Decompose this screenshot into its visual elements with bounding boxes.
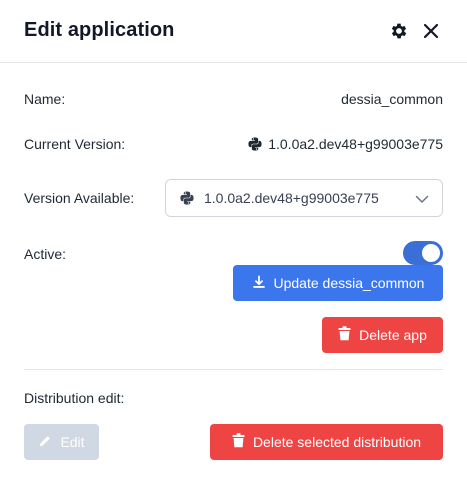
current-version-value: 1.0.0a2.dev48+g99003e775 (248, 136, 443, 152)
trash-icon (232, 433, 245, 451)
python-icon (248, 137, 262, 151)
active-label: Active: (24, 246, 67, 262)
toggle-knob (422, 244, 440, 262)
delete-distribution-button[interactable]: Delete selected distribution (210, 424, 443, 460)
name-label: Name: (24, 91, 66, 107)
version-select[interactable]: 1.0.0a2.dev48+g99003e775 (165, 179, 443, 217)
delete-app-button[interactable]: Delete app (322, 317, 443, 353)
trash-icon (338, 326, 351, 344)
pencil-icon (38, 434, 52, 451)
update-button[interactable]: Update dessia_common (233, 265, 443, 301)
close-icon[interactable] (420, 20, 442, 42)
version-select-value: 1.0.0a2.dev48+g99003e775 (204, 190, 379, 206)
delete-app-label: Delete app (359, 327, 427, 343)
name-value: dessia_common (341, 91, 443, 107)
active-toggle[interactable] (403, 241, 443, 265)
gear-icon[interactable] (388, 20, 410, 42)
current-version-label: Current Version: (24, 136, 126, 152)
name-value-text: dessia_common (341, 91, 443, 107)
delete-distribution-label: Delete selected distribution (252, 434, 422, 450)
edit-button[interactable]: Edit (24, 424, 99, 460)
dialog-title: Edit application (24, 19, 175, 41)
python-icon (180, 191, 194, 205)
dialog-header: Edit application (0, 0, 467, 63)
update-button-label: Update dessia_common (273, 275, 425, 291)
current-version-text: 1.0.0a2.dev48+g99003e775 (268, 136, 443, 152)
edit-button-label: Edit (60, 434, 85, 450)
version-available-label: Version Available: (24, 190, 135, 206)
download-icon (252, 274, 266, 292)
section-divider (24, 369, 443, 370)
chevron-down-icon (414, 191, 430, 207)
distribution-edit-label: Distribution edit: (24, 390, 125, 406)
